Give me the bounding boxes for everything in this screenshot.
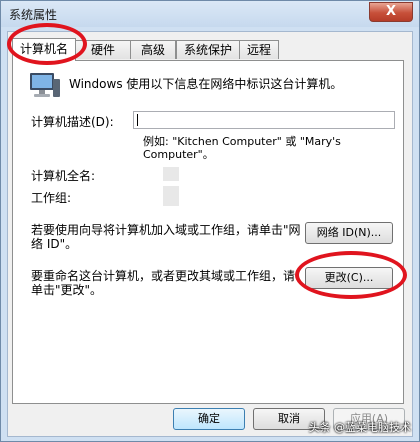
rename-text: 要重命名这台计算机，或者更改其域或工作组，请单击"更改"。 <box>31 269 296 297</box>
tab-system-protection[interactable]: 系统保护 <box>176 40 240 59</box>
text-caret <box>137 114 138 126</box>
ok-button[interactable]: 确定 <box>173 408 245 430</box>
computer-name-panel: Windows 使用以下信息在网络中标识这台计算机。 计算机描述(D): 例如:… <box>12 60 404 404</box>
tab-advanced[interactable]: 高级 <box>130 40 176 59</box>
intro-text: Windows 使用以下信息在网络中标识这台计算机。 <box>69 77 343 91</box>
network-id-text: 若要使用向导将计算机加入域或工作组，请单击"网络 ID"。 <box>31 223 301 251</box>
computer-icon <box>30 73 60 97</box>
title-bar: 系统属性 X <box>1 1 419 27</box>
tab-remote[interactable]: 远程 <box>239 40 279 59</box>
system-properties-window: 系统属性 X 计算机名 硬件 高级 系统保护 远程 Windows 使用以下信息… <box>0 0 420 442</box>
description-label: 计算机描述(D): <box>31 115 114 129</box>
tab-computer-name[interactable]: 计算机名 <box>12 38 76 61</box>
watermark-text: 头条 @蓝菜电脑技术 <box>308 421 412 434</box>
network-id-button[interactable]: 网络 ID(N)... <box>305 222 393 244</box>
tab-hardware[interactable]: 硬件 <box>75 40 131 59</box>
dialog-client-area: 计算机名 硬件 高级 系统保护 远程 Windows 使用以下信息在网络中标识这… <box>7 31 413 437</box>
full-name-label: 计算机全名: <box>31 169 96 183</box>
computer-description-input[interactable] <box>133 111 395 129</box>
full-name-value-redacted <box>163 167 179 181</box>
workgroup-label: 工作组: <box>31 191 72 205</box>
example-text: 例如: "Kitchen Computer" 或 "Mary's Compute… <box>143 135 341 161</box>
close-button[interactable]: X <box>369 2 413 22</box>
workgroup-value-redacted <box>163 186 179 206</box>
close-icon: X <box>385 4 397 19</box>
window-title: 系统属性 <box>9 8 58 22</box>
change-button[interactable]: 更改(C)... <box>305 267 393 289</box>
